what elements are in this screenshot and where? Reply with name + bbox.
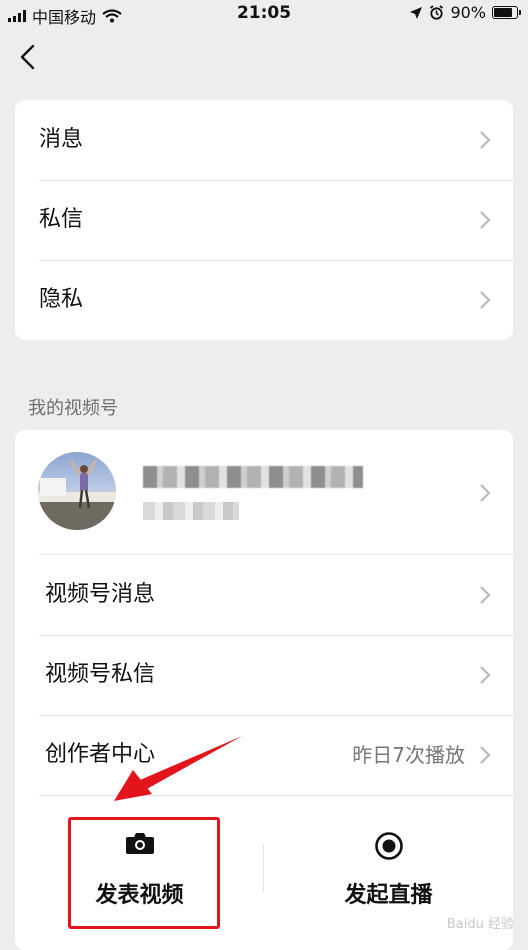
channel-card: 视频号消息 视频号私信 创作者中心 昨日7次播放 发表视频 发起直播 <box>15 430 513 950</box>
battery-fill <box>494 8 512 17</box>
settings-row-private-messages[interactable]: 私信 <box>39 180 513 261</box>
settings-card: 消息 私信 隐私 <box>15 100 513 340</box>
back-arrow-icon[interactable] <box>14 40 44 74</box>
row-label: 私信 <box>39 207 84 232</box>
status-bar: 中国移动 21:05 90% <box>0 0 528 27</box>
chevron-right-icon <box>480 666 491 684</box>
channel-name-blurred <box>143 466 363 488</box>
channel-row-messages[interactable]: 视频号消息 <box>39 555 513 636</box>
status-right: 90% <box>409 3 521 22</box>
chevron-right-icon <box>480 484 491 502</box>
chevron-right-icon <box>480 746 491 764</box>
start-live-label: 发起直播 <box>344 883 433 908</box>
location-icon <box>410 6 423 19</box>
row-label: 视频号消息 <box>45 582 156 607</box>
row-label: 创作者中心 <box>45 742 156 767</box>
alarm-icon <box>430 5 444 20</box>
channel-row-creator-center[interactable]: 创作者中心 昨日7次播放 <box>39 715 513 796</box>
highlight-box <box>68 817 220 929</box>
channel-id-blurred <box>143 502 239 520</box>
settings-row-privacy[interactable]: 隐私 <box>39 260 513 340</box>
chevron-right-icon <box>480 586 491 604</box>
row-label: 视频号私信 <box>45 662 156 687</box>
avatar-photo <box>38 459 116 530</box>
chevron-right-icon <box>480 131 491 149</box>
avatar <box>38 452 116 530</box>
channel-row-private-messages[interactable]: 视频号私信 <box>39 635 513 716</box>
channel-profile-row[interactable] <box>15 430 513 555</box>
battery-icon <box>492 6 521 19</box>
channel-actions: 发表视频 发起直播 <box>15 795 513 950</box>
battery-percent: 90% <box>450 3 486 22</box>
live-record-icon <box>374 832 403 860</box>
play-count-value: 昨日7次播放 <box>352 743 465 767</box>
row-label: 隐私 <box>39 287 84 312</box>
settings-row-messages[interactable]: 消息 <box>39 100 513 181</box>
section-title: 我的视频号 <box>28 398 118 419</box>
chevron-right-icon <box>480 211 491 229</box>
watermark: Baidu 经验 <box>446 917 514 932</box>
chevron-right-icon <box>480 291 491 309</box>
row-label: 消息 <box>39 127 84 152</box>
